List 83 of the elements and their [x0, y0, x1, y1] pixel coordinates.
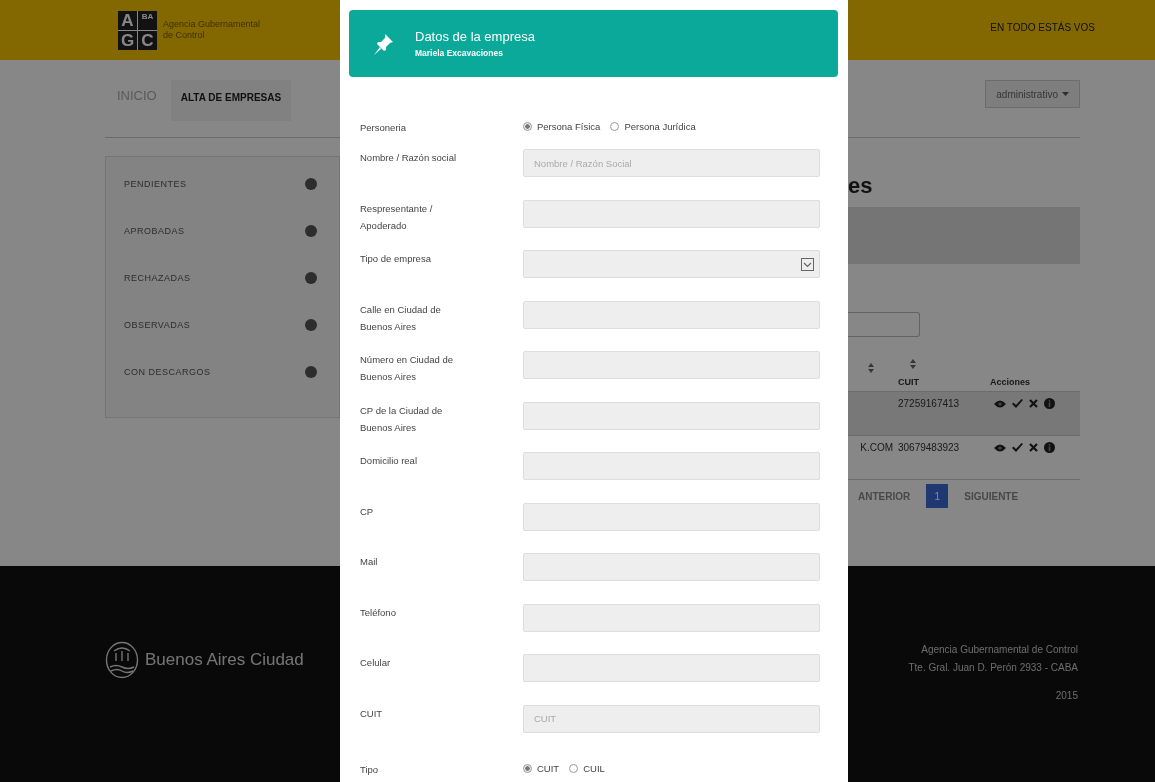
field-label: CP de la Ciudad de Buenos Aires [360, 403, 444, 435]
field-label: Personeria [360, 121, 407, 135]
field-label: CP [360, 504, 375, 519]
text-field[interactable] [523, 502, 820, 531]
radio-button[interactable] [569, 764, 579, 773]
field-label: Celular [360, 656, 392, 670]
table-cell: 30679483923 [898, 442, 960, 453]
close-icon[interactable] [1029, 443, 1038, 452]
radio-option[interactable]: CUIL [569, 763, 605, 774]
info-icon[interactable] [1044, 442, 1055, 453]
count-badge-icon [305, 366, 317, 378]
logo-letter: A [118, 10, 137, 30]
slogan: EN TODO ESTÁS VOS [990, 20, 1095, 35]
radio-option[interactable]: Persona Física [523, 121, 601, 132]
info-icon[interactable] [1044, 398, 1055, 409]
sort-icon[interactable] [868, 363, 874, 373]
field-label: Respresentante / Apoderado [360, 201, 434, 233]
text-field[interactable] [523, 452, 820, 480]
table-cell: 27259167413 [898, 398, 960, 409]
check-icon[interactable] [1012, 443, 1023, 452]
page-number-button[interactable]: 1 [926, 484, 949, 508]
modal-subtitle: Mariela Excavaciones [415, 48, 504, 58]
footer-text: 2015 [1055, 689, 1078, 703]
footer-text: Tte. Gral. Juan D. Perón 2933 - CABA [908, 661, 1078, 675]
logo-letter: G [118, 30, 137, 50]
text-field[interactable] [523, 351, 820, 379]
logo-letter: BA [138, 10, 157, 30]
field-label: Número en Ciudad de Buenos Aires [360, 353, 454, 384]
radio-button[interactable] [523, 764, 532, 773]
field-label: Tipo de empresa [360, 252, 432, 266]
city-crest-icon [105, 641, 139, 679]
sidebar-item[interactable]: PENDIENTES [124, 179, 187, 189]
count-badge-icon [305, 272, 317, 284]
field-label: Nombre / Razón social [360, 151, 458, 165]
caret-icon [1062, 92, 1069, 96]
radio-option[interactable]: CUIT [523, 763, 560, 774]
dropdown-icon [801, 257, 814, 271]
search-field[interactable] [848, 312, 920, 337]
logo-text: de Control [163, 30, 206, 41]
column-header: Acciones [990, 377, 1031, 387]
column-header: CUIT [898, 377, 919, 387]
sort-icon[interactable] [910, 359, 916, 369]
footer-text: Agencia Gubernamental de Control [921, 643, 1078, 657]
page-heading: es [848, 172, 874, 200]
text-field[interactable]: CUIT [523, 704, 820, 733]
modal-title: Datos de la empresa [415, 29, 535, 44]
eye-icon[interactable] [994, 399, 1006, 408]
previous-page-link[interactable]: ANTERIOR [858, 490, 911, 502]
sidebar-item[interactable]: OBSERVADAS [124, 320, 191, 330]
text-field[interactable] [523, 603, 820, 632]
pin-icon [373, 31, 395, 56]
close-icon[interactable] [1029, 399, 1038, 408]
sidebar-item[interactable]: CON DESCARGOS [124, 367, 211, 377]
radio-button[interactable] [523, 122, 532, 131]
field-label: Domicilio real [360, 454, 418, 468]
radio-button[interactable] [610, 122, 620, 131]
sidebar-item[interactable]: APROBADAS [124, 226, 185, 236]
field-label: Tipo [360, 763, 380, 777]
nav-tab[interactable]: ALTA DE EMPRESAS [170, 80, 292, 121]
table-cell: K.COM [860, 442, 893, 453]
logo-text: Agencia Gubernamental [163, 19, 261, 30]
check-icon[interactable] [1012, 399, 1023, 408]
logo-letter: C [138, 30, 157, 50]
text-field[interactable] [523, 199, 820, 228]
count-badge-icon [305, 178, 317, 190]
text-field[interactable] [523, 553, 820, 581]
text-field[interactable] [523, 401, 820, 430]
footer-brand: Buenos Aires Ciudad [145, 650, 304, 670]
sidebar-item[interactable]: RECHAZADAS [124, 273, 191, 283]
radio-option[interactable]: Persona Jurídica [610, 121, 696, 132]
field-label: Calle en Ciudad de Buenos Aires [360, 302, 442, 334]
text-field[interactable] [523, 300, 820, 329]
text-field[interactable] [523, 654, 820, 682]
field-label: Mail [360, 555, 379, 569]
count-badge-icon [305, 319, 317, 331]
next-page-link[interactable]: SIGUIENTE [964, 490, 1019, 502]
select-field[interactable] [523, 250, 820, 278]
field-label: CUIT [360, 706, 384, 721]
field-label: Teléfono [360, 605, 397, 620]
user-menu-button[interactable]: administrativo [985, 80, 1080, 108]
count-badge-icon [305, 225, 317, 237]
eye-icon[interactable] [994, 443, 1006, 452]
text-field[interactable]: Nombre / Razón Social [523, 149, 820, 177]
